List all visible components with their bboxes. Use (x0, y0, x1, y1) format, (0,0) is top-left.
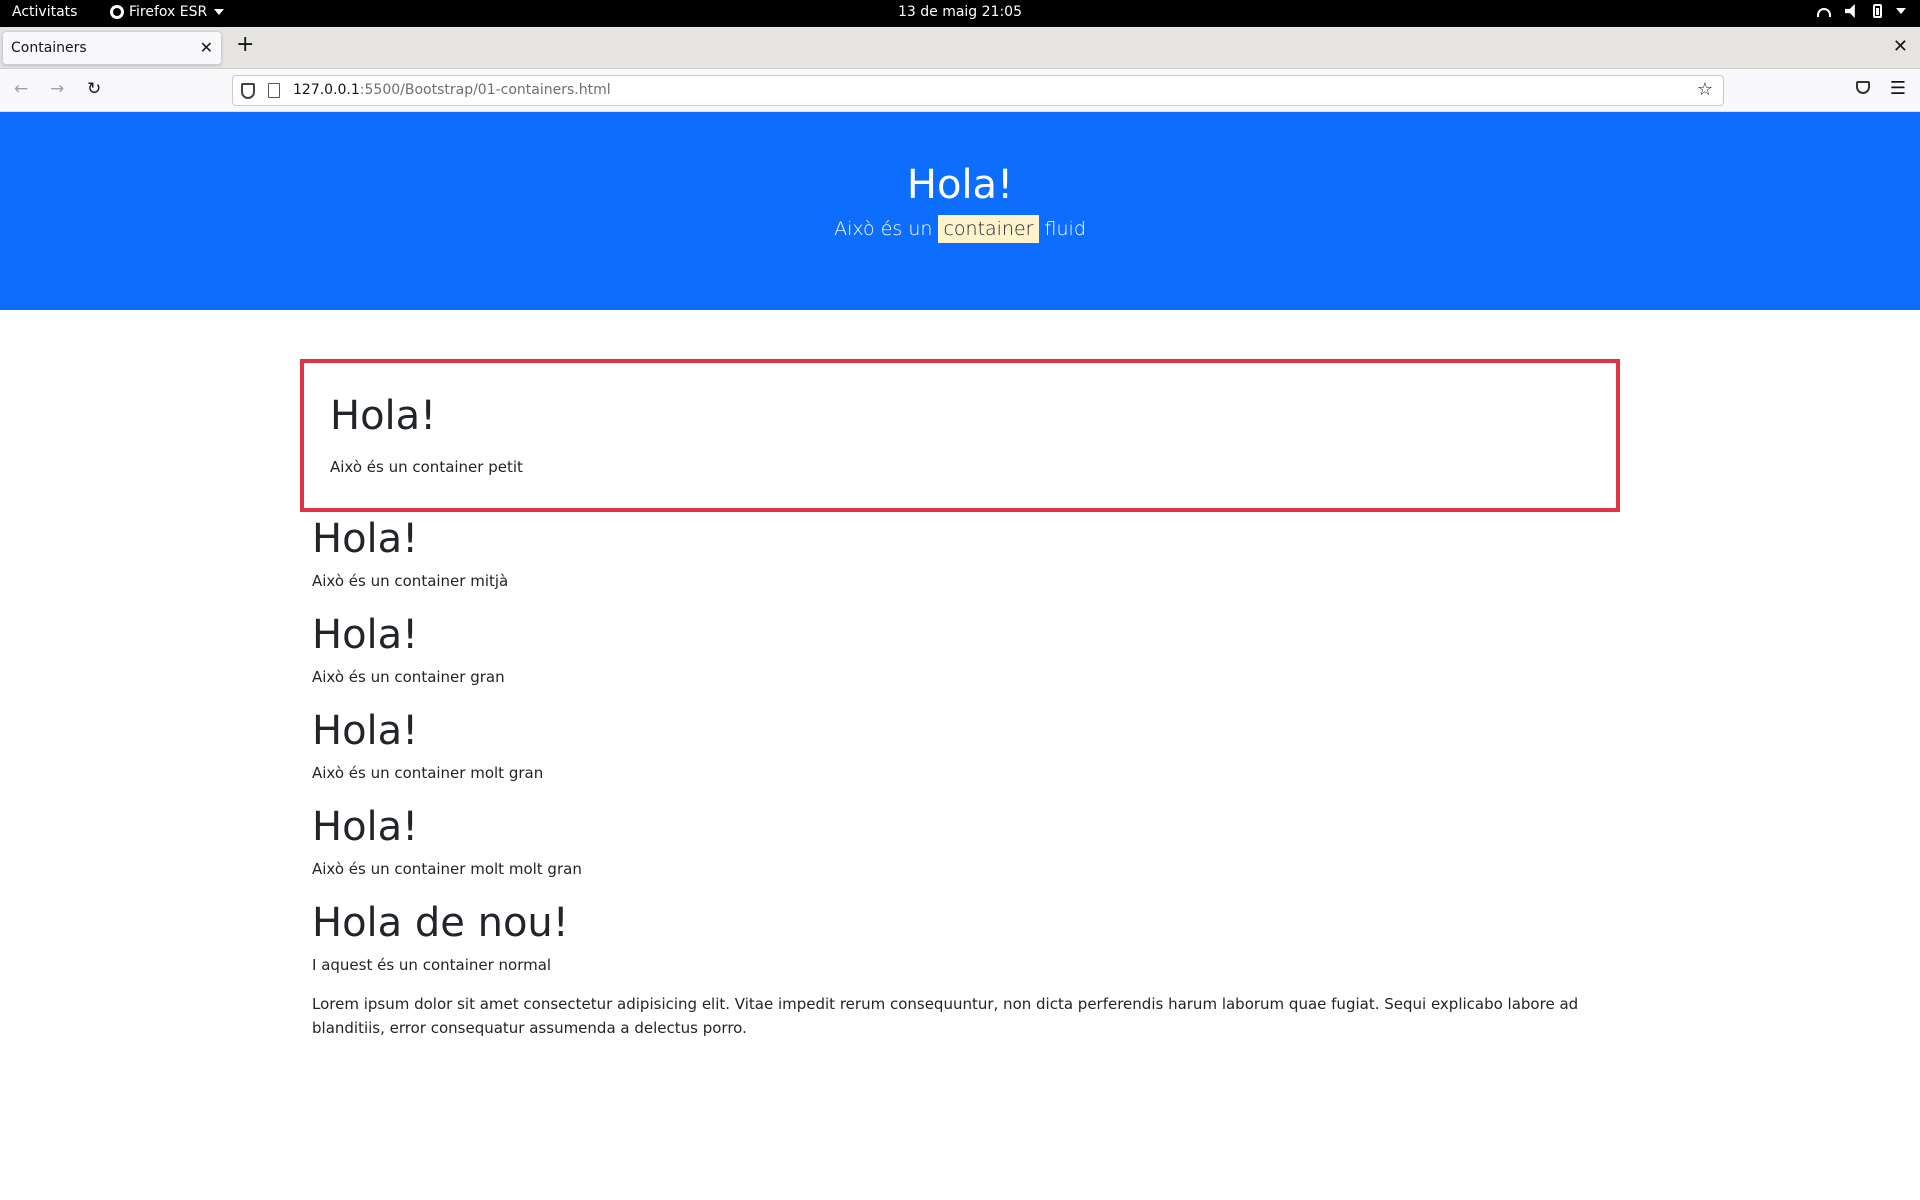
hamburger-menu-icon[interactable]: ☰ (1890, 78, 1906, 99)
lead-text: fluid (1038, 218, 1086, 240)
activities-button[interactable]: Activitats (12, 4, 77, 20)
system-top-bar: Activitats Firefox ESR 13 de maig 21:05 (0, 0, 1920, 27)
back-arrow-icon[interactable]: ← (14, 79, 28, 99)
container-xxl: Hola! Això és un container molt molt gra… (312, 803, 582, 878)
page-icon[interactable] (268, 83, 280, 98)
page-viewport: Hola! Això és un container fluid Hola! A… (0, 112, 1920, 1200)
system-tray[interactable] (1817, 4, 1906, 18)
app-menu[interactable]: Firefox ESR (110, 4, 225, 20)
tab-strip: Containers ✕ + ✕ (0, 27, 1920, 69)
navigation-toolbar: ← → ↻ 127.0.0.1:5500/Bootstrap/01-contai… (0, 69, 1920, 112)
section-heading: Hola! (330, 393, 437, 439)
hero-container-fluid: Hola! Això és un container fluid (0, 112, 1920, 310)
new-tab-button[interactable]: + (236, 34, 254, 56)
caret-down-icon (214, 9, 225, 15)
container-lg: Hola! Això és un container gran (312, 611, 505, 686)
bookmark-star-icon[interactable]: ☆ (1697, 79, 1713, 100)
section-text: Això és un container molt gran (312, 764, 544, 782)
tab-containers[interactable]: Containers ✕ (2, 31, 222, 65)
url-path: :5500/Bootstrap/01-containers.html (359, 82, 611, 98)
battery-icon (1873, 4, 1882, 18)
caret-down-icon (1896, 8, 1906, 14)
section-heading: Hola de nou! (312, 900, 569, 946)
forward-arrow-icon[interactable]: → (50, 79, 64, 99)
hero-heading: Hola! (906, 162, 1014, 208)
lorem-paragraph: Lorem ipsum dolor sit amet consectetur a… (312, 995, 1579, 1037)
url-bar[interactable]: 127.0.0.1:5500/Bootstrap/01-containers.h… (232, 75, 1724, 106)
shield-icon[interactable] (241, 83, 255, 99)
pocket-icon[interactable] (1856, 81, 1870, 94)
url-text[interactable]: 127.0.0.1:5500/Bootstrap/01-containers.h… (293, 82, 611, 98)
section-heading: Hola! (312, 804, 419, 850)
hero-lead: Això és un container fluid (0, 215, 1920, 243)
lead-highlight: container (938, 215, 1039, 243)
volume-muted-icon (1845, 4, 1855, 18)
section-heading: Hola! (312, 612, 419, 658)
container-sm: Hola! Això és un container petit (300, 359, 1620, 512)
container-normal: Hola de nou! I aquest és un container no… (312, 899, 569, 974)
section-text: Això és un container mitjà (312, 572, 509, 590)
section-heading: Hola! (312, 708, 419, 754)
reload-icon[interactable]: ↻ (87, 79, 101, 99)
section-text: Això és un container molt molt gran (312, 860, 582, 878)
section-text: Això és un container petit (330, 458, 523, 476)
clock[interactable]: 13 de maig 21:05 (898, 4, 1022, 20)
tab-close-icon[interactable]: ✕ (200, 38, 213, 57)
url-host: 127.0.0.1 (293, 82, 360, 98)
section-text: I aquest és un container normal (312, 956, 552, 974)
container-md: Hola! Això és un container mitjà (312, 515, 508, 590)
app-menu-label: Firefox ESR (129, 4, 208, 20)
section-text: Això és un container gran (312, 668, 505, 686)
section-heading: Hola! (312, 516, 419, 562)
firefox-icon (110, 5, 124, 19)
lead-text: Això és un (834, 218, 939, 240)
wifi-icon (1817, 7, 1831, 17)
tab-title: Containers (11, 40, 87, 56)
window-close-icon[interactable]: ✕ (1893, 36, 1908, 57)
container-xl: Hola! Això és un container molt gran (312, 707, 543, 782)
